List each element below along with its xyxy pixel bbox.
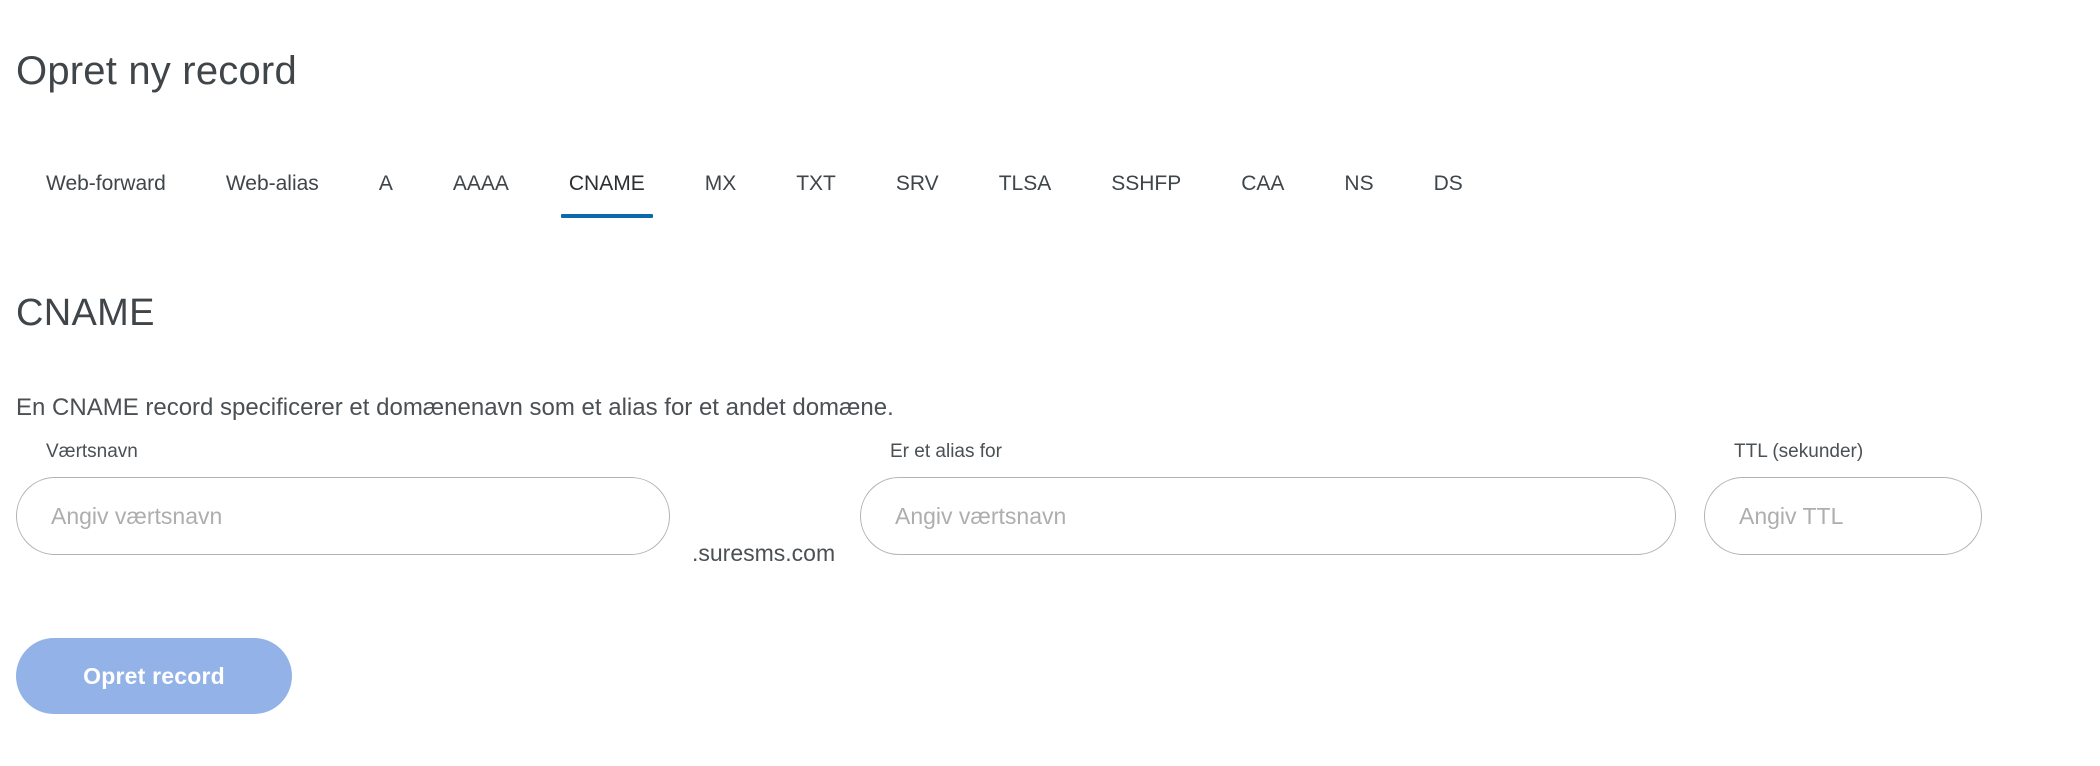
record-type-tabbar: Web-forward Web-alias A AAAA CNAME MX TX… [16, 150, 2084, 220]
tab-srv[interactable]: SRV [866, 150, 969, 218]
tab-a[interactable]: A [349, 150, 423, 218]
tab-aaaa[interactable]: AAAA [423, 150, 539, 218]
tab-cname[interactable]: CNAME [539, 150, 675, 218]
tab-list: Web-forward Web-alias A AAAA CNAME MX TX… [16, 150, 2084, 218]
record-type-description: En CNAME record specificerer et domænena… [16, 394, 894, 421]
tab-ns[interactable]: NS [1314, 150, 1403, 218]
tab-label: TXT [796, 172, 836, 195]
tab-caa[interactable]: CAA [1211, 150, 1314, 218]
record-type-heading: CNAME [16, 291, 155, 334]
tab-label: CNAME [568, 172, 645, 195]
tab-label: A [378, 172, 393, 195]
tab-sshfp[interactable]: SSHFP [1081, 150, 1211, 218]
tab-tlsa[interactable]: TLSA [969, 150, 1082, 218]
tab-ds[interactable]: DS [1404, 150, 1493, 218]
tab-label: Web-forward [46, 172, 166, 195]
tab-active-underline [560, 214, 653, 218]
ttl-input[interactable] [1704, 477, 1982, 555]
hostname-label: Værtsnavn [46, 441, 138, 462]
alias-label: Er et alias for [890, 441, 1002, 462]
tab-label: TLSA [998, 172, 1052, 195]
field-alias-target: Er et alias for [860, 440, 1676, 555]
tab-label: SSHFP [1111, 172, 1182, 195]
field-hostname: Værtsnavn [16, 440, 670, 555]
tab-label: AAAA [452, 172, 509, 195]
tab-web-alias[interactable]: Web-alias [196, 150, 349, 218]
field-ttl: TTL (sekunder) [1704, 440, 1982, 555]
tab-web-forward[interactable]: Web-forward [16, 150, 196, 218]
tab-mx[interactable]: MX [675, 150, 767, 218]
create-record-page: Opret ny record Web-forward Web-alias A … [0, 0, 2100, 766]
ttl-label: TTL (sekunder) [1734, 441, 1864, 462]
tab-label: DS [1433, 172, 1463, 195]
alias-input[interactable] [860, 477, 1676, 555]
record-form: Værtsnavn .suresms.com Er et alias for T… [16, 440, 2084, 570]
page-title: Opret ny record [16, 48, 297, 93]
tab-label: Web-alias [225, 172, 319, 195]
tab-label: CAA [1241, 172, 1285, 195]
hostname-input[interactable] [16, 477, 670, 555]
tab-label: SRV [895, 172, 939, 195]
tabbar-divider [16, 218, 2084, 220]
create-record-button[interactable]: Opret record [16, 638, 292, 714]
domain-suffix-label: .suresms.com [692, 539, 836, 566]
tab-label: MX [704, 172, 737, 195]
tab-txt[interactable]: TXT [766, 150, 866, 218]
tab-label: NS [1344, 172, 1374, 195]
